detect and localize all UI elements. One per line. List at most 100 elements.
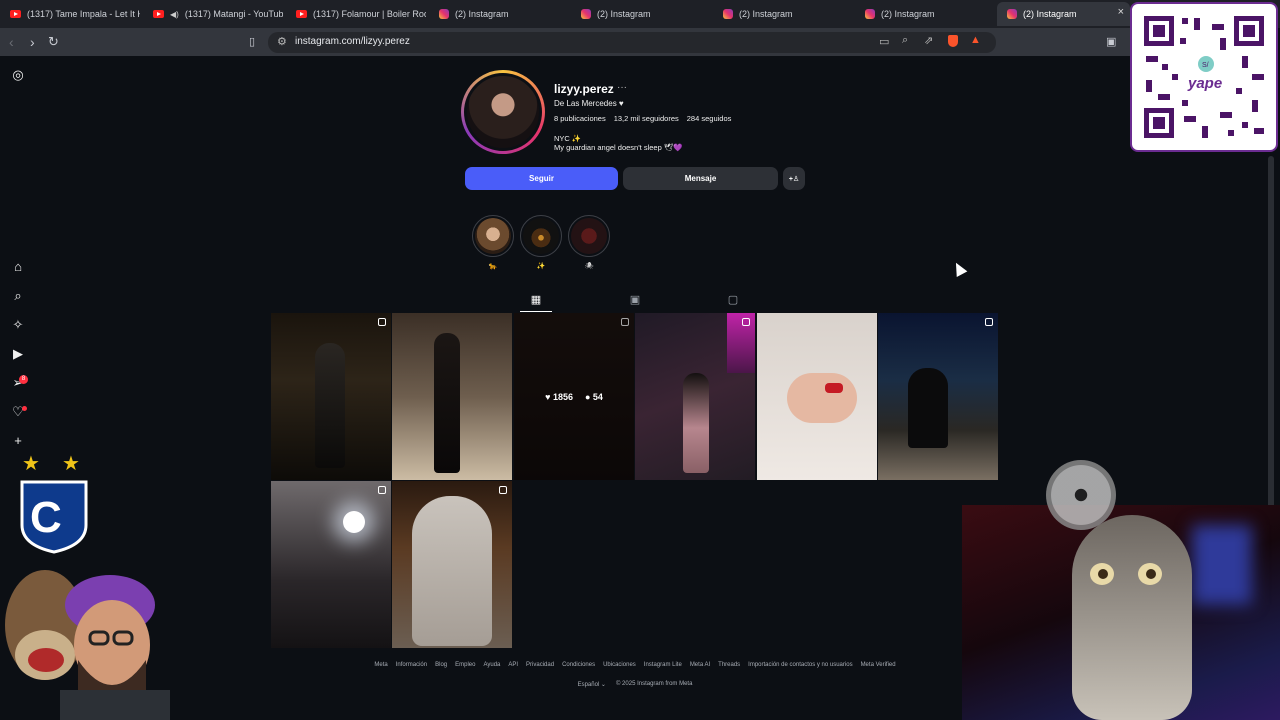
profile-avatar[interactable] <box>461 70 545 154</box>
likes-count: ♥ 1856 <box>545 391 573 402</box>
messages-badge: 8 <box>19 375 28 384</box>
footer-link[interactable]: Importación de contactos y no usuarios <box>748 662 852 668</box>
tagged-icon[interactable]: ▢ <box>726 293 740 306</box>
instagram-icon <box>1007 9 1017 19</box>
story-highlight[interactable] <box>472 215 514 257</box>
footer-link[interactable]: Condiciones <box>562 662 595 668</box>
browser-toolbar: ‹ › ↻ ▯ ⚙ instagram.com/lizyy.perez ▭ ⌕ … <box>0 28 1130 56</box>
svg-text:★: ★ <box>22 451 40 475</box>
speaker-icon[interactable]: ◀) <box>170 10 179 19</box>
footer-link[interactable]: Ayuda <box>483 662 500 668</box>
tab-title: (1317) Tame Impala - Let It Hap <box>27 9 140 19</box>
footer-link[interactable]: Empleo <box>455 662 475 668</box>
footer-link[interactable]: Meta <box>374 662 387 668</box>
tab-1[interactable]: (1317) Tame Impala - Let It Hap <box>0 2 140 26</box>
post-thumbnail[interactable] <box>635 313 755 480</box>
create-icon[interactable]: + <box>10 433 26 449</box>
webcam-overlay <box>962 505 1280 720</box>
tab-5[interactable]: (2) Instagram <box>571 2 711 26</box>
notification-dot <box>22 406 27 411</box>
cast-icon[interactable]: ▭ <box>879 35 889 48</box>
post-thumbnail[interactable]: ♥ 1856 ● 54 <box>514 313 634 480</box>
following-count[interactable]: 284 seguidos <box>687 114 732 123</box>
brave-shield-icon[interactable] <box>948 35 958 47</box>
story-highlight[interactable] <box>568 215 610 257</box>
tab-8-active[interactable]: (2) Instagram × <box>997 2 1130 26</box>
more-options-icon[interactable]: ··· <box>617 82 627 93</box>
footer-link[interactable]: Meta Verified <box>861 662 896 668</box>
add-user-button[interactable]: +♙ <box>783 167 805 190</box>
tab-title: (2) Instagram <box>881 9 935 19</box>
post-thumbnail[interactable] <box>878 313 998 480</box>
qr-brand: yape <box>1187 75 1222 92</box>
search-icon[interactable]: ⌕ <box>10 288 26 304</box>
post-thumbnail[interactable] <box>392 481 512 648</box>
post-thumbnail[interactable] <box>392 313 512 480</box>
bookmark-icon[interactable]: ▯ <box>249 33 255 51</box>
youtube-icon <box>296 10 307 18</box>
hover-stats: ♥ 1856 ● 54 <box>514 313 634 480</box>
profile-username: lizyy.perez <box>554 82 614 96</box>
instagram-icon <box>581 9 591 19</box>
bio-line-1: NYC ✨ <box>554 134 582 143</box>
reels-icon[interactable]: ▶ <box>10 346 26 362</box>
instagram-icon <box>723 9 733 19</box>
footer-link[interactable]: Ubicaciones <box>603 662 636 668</box>
youtube-icon <box>153 10 164 18</box>
post-thumbnail[interactable] <box>271 481 391 648</box>
reload-icon[interactable]: ↻ <box>48 33 59 51</box>
brave-rewards-icon[interactable]: ▲ <box>970 34 981 46</box>
carousel-icon <box>985 318 993 326</box>
footer-link[interactable]: Instagram Lite <box>644 662 682 668</box>
tab-2[interactable]: ◀) (1317) Matangi - YouTube <box>143 2 283 26</box>
avatar <box>464 73 542 151</box>
explore-icon[interactable]: ✧ <box>10 317 26 333</box>
carousel-icon <box>378 318 386 326</box>
footer-link[interactable]: Threads <box>718 662 740 668</box>
posts-count[interactable]: 8 publicaciones <box>554 114 606 123</box>
footer-meta: Español ⌄ © 2025 Instagram from Meta <box>270 681 1000 688</box>
follow-button[interactable]: Seguir <box>465 167 618 190</box>
carousel-icon <box>499 486 507 494</box>
posts-grid-icon[interactable]: ▦ <box>529 293 543 306</box>
highlight-label: 🕷 <box>584 263 594 270</box>
tab-7[interactable]: (2) Instagram <box>855 2 995 26</box>
zoom-icon[interactable]: ⌕ <box>902 34 908 47</box>
comments-count: ● 54 <box>584 391 603 402</box>
tab-strip: (1317) Tame Impala - Let It Hap ◀) (1317)… <box>0 0 1280 28</box>
post-thumbnail[interactable] <box>271 313 391 480</box>
url-text[interactable]: instagram.com/lizyy.perez <box>295 36 410 47</box>
bio-line-2: My guardian angel doesn't sleep 🕊💜 <box>554 143 683 152</box>
carousel-icon <box>378 486 386 494</box>
footer-link[interactable]: Blog <box>435 662 447 668</box>
qr-code-image: S/ yape <box>1142 14 1266 138</box>
language-select[interactable]: Español ⌄ <box>578 681 606 688</box>
share-icon[interactable]: ⇗ <box>924 34 933 47</box>
footer-link[interactable]: Meta AI <box>690 662 710 668</box>
footer-link[interactable]: API <box>508 662 518 668</box>
carousel-icon <box>742 318 750 326</box>
back-icon[interactable]: ‹ <box>9 33 14 51</box>
footer-link[interactable]: Privacidad <box>526 662 554 668</box>
tab-3[interactable]: (1317) Folamour | Boiler Room <box>286 2 426 26</box>
sidebar-toggle-icon[interactable]: ▣ <box>1106 33 1116 51</box>
profile-full-name: De Las Mercedes ♥ <box>554 99 624 108</box>
site-settings-icon[interactable]: ⚙ <box>277 35 287 48</box>
message-button[interactable]: Mensaje <box>623 167 778 190</box>
reels-tab-icon[interactable]: ▣ <box>628 293 642 306</box>
post-thumbnail[interactable] <box>757 313 877 480</box>
footer-link[interactable]: Información <box>396 662 427 668</box>
tab-4[interactable]: (2) Instagram <box>429 2 569 26</box>
instagram-icon <box>439 9 449 19</box>
streamer-mascot-overlay: ★ ★ C <box>5 451 170 720</box>
footer-links: Meta Información Blog Empleo Ayuda API P… <box>270 662 1000 668</box>
forward-icon[interactable]: › <box>30 33 35 51</box>
highlight-label: 🐆 <box>488 263 498 270</box>
tab-6[interactable]: (2) Instagram <box>713 2 853 26</box>
instagram-logo-icon[interactable]: ◎ <box>10 67 26 83</box>
address-bar[interactable]: ⚙ instagram.com/lizyy.perez ▭ ⌕ ⇗ ▲ <box>268 32 996 53</box>
home-icon[interactable]: ⌂ <box>10 259 26 275</box>
story-highlight[interactable] <box>520 215 562 257</box>
close-icon[interactable]: × <box>1118 6 1124 18</box>
followers-count[interactable]: 13,2 mil seguidores <box>614 114 679 123</box>
